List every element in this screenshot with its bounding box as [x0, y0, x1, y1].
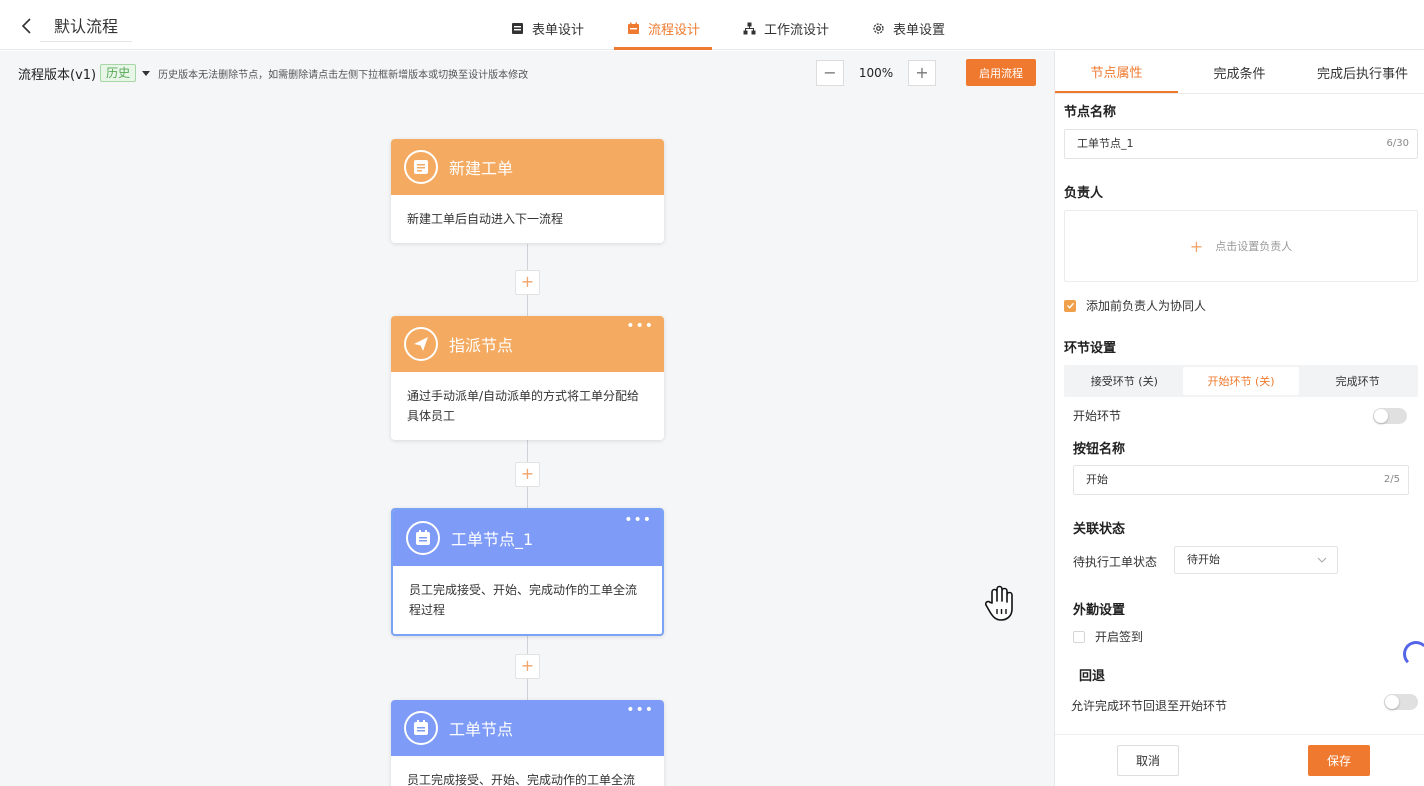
node-name-value: 工单节点_1: [1077, 137, 1134, 150]
save-button[interactable]: 保存: [1308, 745, 1370, 776]
flow-node-create[interactable]: 新建工单 新建工单后自动进入下一流程: [391, 139, 664, 243]
tab-form-design[interactable]: 表单设计: [498, 6, 596, 50]
plus-icon: +: [1189, 236, 1204, 256]
version-bar: 流程版本(v1) 历史 历史版本无法删除节点，如需删除请点击左侧下拉框新增版本或…: [18, 64, 529, 83]
flow-node-work-order[interactable]: 工单节点 ••• 员工完成接受、开始、完成动作的工单全流: [391, 700, 664, 786]
flow-node-assign[interactable]: 指派节点 ••• 通过手动派单/自动派单的方式将工单分配给具体员工: [391, 316, 664, 440]
node-description: 新建工单后自动进入下一流程: [407, 212, 564, 226]
back-icon[interactable]: [20, 16, 40, 36]
document-icon: [404, 150, 438, 184]
node-description: 员工完成接受、开始、完成动作的工单全流: [407, 773, 636, 786]
cancel-button[interactable]: 取消: [1117, 745, 1179, 776]
rollback-title: 回退: [1079, 669, 1106, 684]
tab-post-completion-events[interactable]: 完成后执行事件: [1301, 51, 1424, 93]
start-stage-label: 开始环节: [1073, 409, 1122, 423]
tab-label: 流程设计: [648, 22, 701, 38]
form-icon: [510, 21, 524, 35]
assignee-title: 负责人: [1064, 186, 1104, 201]
button-name-title: 按钮名称: [1073, 442, 1126, 457]
version-dropdown-icon[interactable]: [142, 70, 151, 76]
checkbox-unchecked-icon: [1073, 630, 1085, 643]
stage-settings-title: 环节设置: [1064, 341, 1117, 356]
tab-flow-design[interactable]: 流程设计: [614, 6, 713, 50]
node-title: 工单节点_1: [451, 530, 534, 549]
flow-canvas[interactable]: 流程版本(v1) 历史 历史版本无法删除节点，如需删除请点击左侧下拉框新增版本或…: [0, 51, 1054, 786]
history-tag: 历史: [100, 64, 137, 82]
panel-footer: 取消 保存: [1055, 734, 1424, 786]
add-node-button[interactable]: +: [515, 270, 540, 295]
node-description: 员工完成接受、开始、完成动作的工单全流程过程: [409, 583, 638, 617]
tab-node-properties[interactable]: 节点属性: [1055, 51, 1178, 93]
tab-workflow-design[interactable]: 工作流设计: [730, 6, 841, 50]
hand-cursor-icon: [982, 583, 1018, 623]
add-node-button[interactable]: +: [515, 654, 540, 679]
rollback-toggle[interactable]: [1384, 694, 1418, 710]
version-label: 流程版本(v1): [18, 67, 97, 83]
page-title: 默认流程: [40, 12, 133, 42]
status-title: 关联状态: [1073, 522, 1126, 537]
checkbox-label: 开启签到: [1095, 630, 1144, 644]
workflow-icon: [742, 21, 756, 35]
node-name-title: 节点名称: [1064, 105, 1117, 120]
add-node-button[interactable]: +: [515, 462, 540, 487]
stage-start[interactable]: 开始环节 (关): [1182, 367, 1300, 395]
zoom-control: − 100% +: [816, 60, 936, 86]
node-name-input[interactable]: 工单节点_1 6/30: [1064, 129, 1418, 159]
node-title: 指派节点: [449, 336, 514, 355]
assignee-placeholder: 点击设置负责人: [1215, 240, 1293, 253]
chevron-down-icon: [1317, 547, 1327, 584]
version-hint: 历史版本无法删除节点，如需删除请点击左侧下拉框新增版本或切换至设计版本修改: [158, 69, 529, 81]
button-name-value: 开始: [1086, 473, 1108, 486]
rollback-label: 允许完成环节回退至开始环节: [1071, 699, 1228, 713]
stage-complete[interactable]: 完成环节: [1299, 367, 1416, 395]
help-float-icon[interactable]: [1403, 641, 1424, 667]
tab-label: 表单设置: [893, 22, 946, 38]
node-properties-panel: 节点属性 完成条件 完成后执行事件 节点名称 工单节点_1 6/30 负责人 +…: [1054, 51, 1424, 786]
status-select[interactable]: 待开始: [1174, 546, 1338, 574]
more-icon[interactable]: •••: [626, 703, 654, 717]
flow-icon: [626, 21, 640, 35]
header-tabs: 表单设计 流程设计 工作流设计 表单设置: [498, 6, 975, 50]
tab-form-settings[interactable]: 表单设置: [859, 6, 957, 50]
zoom-in-button[interactable]: +: [908, 60, 936, 86]
stage-accept[interactable]: 接受环节 (关): [1066, 367, 1183, 395]
checkin-checkbox[interactable]: 开启签到: [1073, 628, 1143, 645]
node-title: 工单节点: [449, 720, 514, 739]
enable-flow-button[interactable]: 启用流程: [966, 59, 1036, 86]
calendar-icon: [404, 711, 438, 745]
top-header: 默认流程 表单设计 流程设计 工作流设计 表单设置: [0, 6, 1424, 50]
checkbox-label: 添加前负责人为协同人: [1086, 299, 1207, 313]
status-label: 待执行工单状态: [1073, 555, 1158, 569]
status-value: 待开始: [1187, 553, 1220, 566]
flow-node-work-order-1[interactable]: 工单节点_1 ••• 员工完成接受、开始、完成动作的工单全流程过程: [391, 508, 664, 636]
char-count: 6/30: [1386, 138, 1409, 149]
tab-completion-conditions[interactable]: 完成条件: [1178, 51, 1301, 93]
panel-tabs: 节点属性 完成条件 完成后执行事件: [1055, 51, 1424, 94]
checkbox-checked-icon: [1064, 299, 1076, 312]
node-description: 通过手动派单/自动派单的方式将工单分配给具体员工: [407, 389, 640, 423]
zoom-out-button[interactable]: −: [816, 60, 844, 86]
char-count: 2/5: [1383, 474, 1400, 485]
field-settings-title: 外勤设置: [1073, 603, 1126, 618]
node-title: 新建工单: [449, 159, 514, 178]
zoom-value: 100%: [858, 66, 894, 80]
tab-label: 表单设计: [532, 22, 585, 38]
more-icon[interactable]: •••: [626, 319, 654, 333]
calendar-icon: [406, 521, 440, 555]
set-assignee-button[interactable]: + 点击设置负责人: [1064, 210, 1418, 282]
stage-segmented-control: 接受环节 (关) 开始环节 (关) 完成环节: [1064, 365, 1418, 397]
gear-icon: [871, 21, 885, 35]
send-icon: [404, 327, 438, 361]
tab-label: 工作流设计: [764, 22, 830, 38]
more-icon[interactable]: •••: [624, 513, 652, 527]
button-name-input[interactable]: 开始 2/5: [1073, 465, 1409, 495]
add-prev-assignee-checkbox[interactable]: 添加前负责人为协同人: [1064, 297, 1206, 314]
start-stage-toggle[interactable]: [1373, 408, 1407, 424]
